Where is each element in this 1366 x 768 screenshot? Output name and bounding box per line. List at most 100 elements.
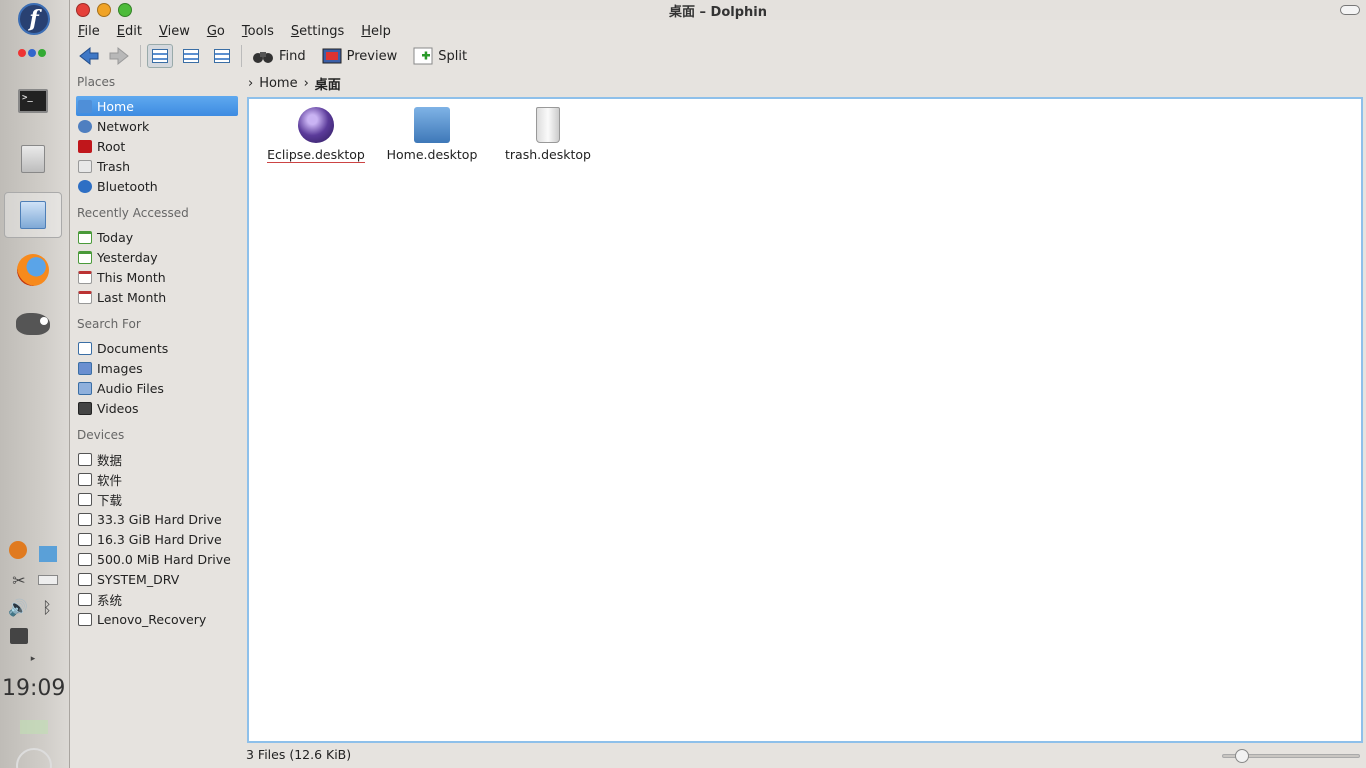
- menu-settings[interactable]: Settings: [291, 24, 344, 39]
- devices-heading: Devices: [77, 428, 125, 442]
- keyboard-icon[interactable]: [37, 569, 59, 591]
- file-item[interactable]: Eclipse.desktop: [261, 107, 371, 163]
- calendar-icon: [78, 230, 92, 244]
- device-item[interactable]: 数据: [76, 449, 238, 469]
- activity-dots[interactable]: [18, 49, 46, 57]
- recent-today[interactable]: Today: [76, 227, 238, 247]
- device-label: 33.3 GiB Hard Drive: [97, 511, 222, 527]
- preview-label: Preview: [346, 48, 398, 64]
- updates-icon[interactable]: [7, 539, 29, 561]
- drive-icon: [78, 552, 92, 566]
- panel-splitter[interactable]: [242, 72, 246, 744]
- breadcrumb-separator[interactable]: ›: [304, 76, 309, 91]
- place-label: This Month: [97, 269, 166, 285]
- pointer-icon[interactable]: [37, 543, 59, 565]
- preview-icon: [322, 48, 342, 64]
- terminal-launcher[interactable]: >_: [14, 82, 52, 120]
- drive-icon: [78, 612, 92, 626]
- recent-heading: Recently Accessed: [77, 206, 189, 220]
- menu-go[interactable]: Go: [207, 24, 225, 39]
- details-view-button[interactable]: [178, 44, 204, 68]
- recent-yesterday[interactable]: Yesterday: [76, 247, 238, 267]
- expand-arrow-icon[interactable]: ▸: [22, 648, 44, 670]
- icons-view-button[interactable]: [147, 44, 173, 68]
- fedora-menu-button[interactable]: f: [15, 0, 53, 38]
- binoculars-icon: [253, 52, 273, 63]
- dolphin-launcher[interactable]: [4, 192, 62, 238]
- recent-this-month[interactable]: This Month: [76, 267, 238, 287]
- split-button[interactable]: Split: [409, 43, 471, 69]
- drive-icon: [78, 592, 92, 606]
- back-button[interactable]: [74, 43, 104, 69]
- breadcrumb-current[interactable]: 桌面: [315, 74, 341, 93]
- trash-icon: [536, 107, 560, 143]
- place-label: Today: [97, 229, 134, 245]
- search-audio-files[interactable]: Audio Files: [76, 378, 238, 398]
- cashew-icon[interactable]: [16, 748, 52, 768]
- calendar-icon: [78, 270, 92, 284]
- file-cabinet-launcher[interactable]: [14, 140, 52, 178]
- window-options-button[interactable]: [1340, 5, 1360, 15]
- device-item[interactable]: 系统: [76, 589, 238, 609]
- drive-icon: [78, 532, 92, 546]
- file-item[interactable]: trash.desktop: [493, 107, 603, 162]
- document-icon: [78, 341, 92, 355]
- device-label: 16.3 GiB Hard Drive: [97, 531, 222, 547]
- file-view[interactable]: Eclipse.desktop Home.desktop trash.deskt…: [247, 97, 1363, 743]
- columns-view-button[interactable]: [209, 44, 235, 68]
- breadcrumb-root-arrow[interactable]: ›: [248, 76, 253, 91]
- breadcrumb-home[interactable]: Home: [259, 76, 297, 91]
- bluetooth-icon[interactable]: ᛒ: [36, 596, 58, 618]
- menu-view[interactable]: View: [159, 24, 190, 39]
- places-heading: Places: [77, 75, 116, 89]
- place-bluetooth[interactable]: Bluetooth: [76, 176, 238, 196]
- place-network[interactable]: Network: [76, 116, 238, 136]
- window-titlebar[interactable]: 桌面 – Dolphin: [70, 0, 1366, 20]
- device-label: 下载: [97, 492, 123, 508]
- search-videos[interactable]: Videos: [76, 398, 238, 418]
- device-item[interactable]: 500.0 MiB Hard Drive: [76, 549, 238, 569]
- device-item[interactable]: Lenovo_Recovery: [76, 609, 238, 629]
- terminal-icon: >_: [18, 89, 48, 113]
- device-item[interactable]: 33.3 GiB Hard Drive: [76, 509, 238, 529]
- device-item[interactable]: 16.3 GiB Hard Drive: [76, 529, 238, 549]
- clock[interactable]: 19:09: [2, 676, 65, 701]
- window-title: 桌面 – Dolphin: [668, 5, 767, 20]
- calendar-icon: [78, 290, 92, 304]
- zoom-slider-handle[interactable]: [1235, 749, 1250, 763]
- menu-help[interactable]: Help: [361, 24, 391, 39]
- find-button[interactable]: Find: [248, 43, 310, 69]
- place-trash[interactable]: Trash: [76, 156, 238, 176]
- root-folder-icon: [78, 139, 92, 153]
- gimp-launcher[interactable]: [14, 305, 52, 343]
- menu-edit[interactable]: Edit: [117, 24, 142, 39]
- volume-icon[interactable]: 🔊: [7, 596, 29, 618]
- file-item[interactable]: Home.desktop: [377, 107, 487, 162]
- toolbar-separator: [241, 45, 242, 67]
- place-label: Network: [97, 118, 150, 134]
- zoom-slider[interactable]: [1222, 749, 1360, 763]
- recent-last-month[interactable]: Last Month: [76, 287, 238, 307]
- search-images[interactable]: Images: [76, 358, 238, 378]
- place-root[interactable]: Root: [76, 136, 238, 156]
- scissors-icon[interactable]: ✂: [8, 569, 30, 591]
- menu-file[interactable]: File: [78, 24, 100, 39]
- search-documents[interactable]: Documents: [76, 338, 238, 358]
- place-home[interactable]: Home: [76, 96, 238, 116]
- preview-button[interactable]: Preview: [318, 43, 402, 69]
- forward-button[interactable]: [104, 43, 134, 69]
- menu-tools[interactable]: Tools: [242, 24, 274, 39]
- device-label: 软件: [97, 472, 123, 488]
- arrow-left-icon: [79, 46, 99, 66]
- audio-icon: [78, 381, 92, 395]
- main-toolbar: Find Preview Split: [70, 42, 1366, 70]
- device-item[interactable]: 下载: [76, 489, 238, 509]
- bluetooth-icon: [78, 179, 92, 193]
- device-item[interactable]: SYSTEM_DRV: [76, 569, 238, 589]
- breadcrumb: › Home › 桌面: [248, 74, 341, 93]
- device-item[interactable]: 软件: [76, 469, 238, 489]
- pager-widget[interactable]: [20, 720, 48, 734]
- firefox-launcher[interactable]: [14, 251, 52, 289]
- device-label: Lenovo_Recovery: [97, 611, 207, 627]
- printer-icon[interactable]: [8, 625, 30, 647]
